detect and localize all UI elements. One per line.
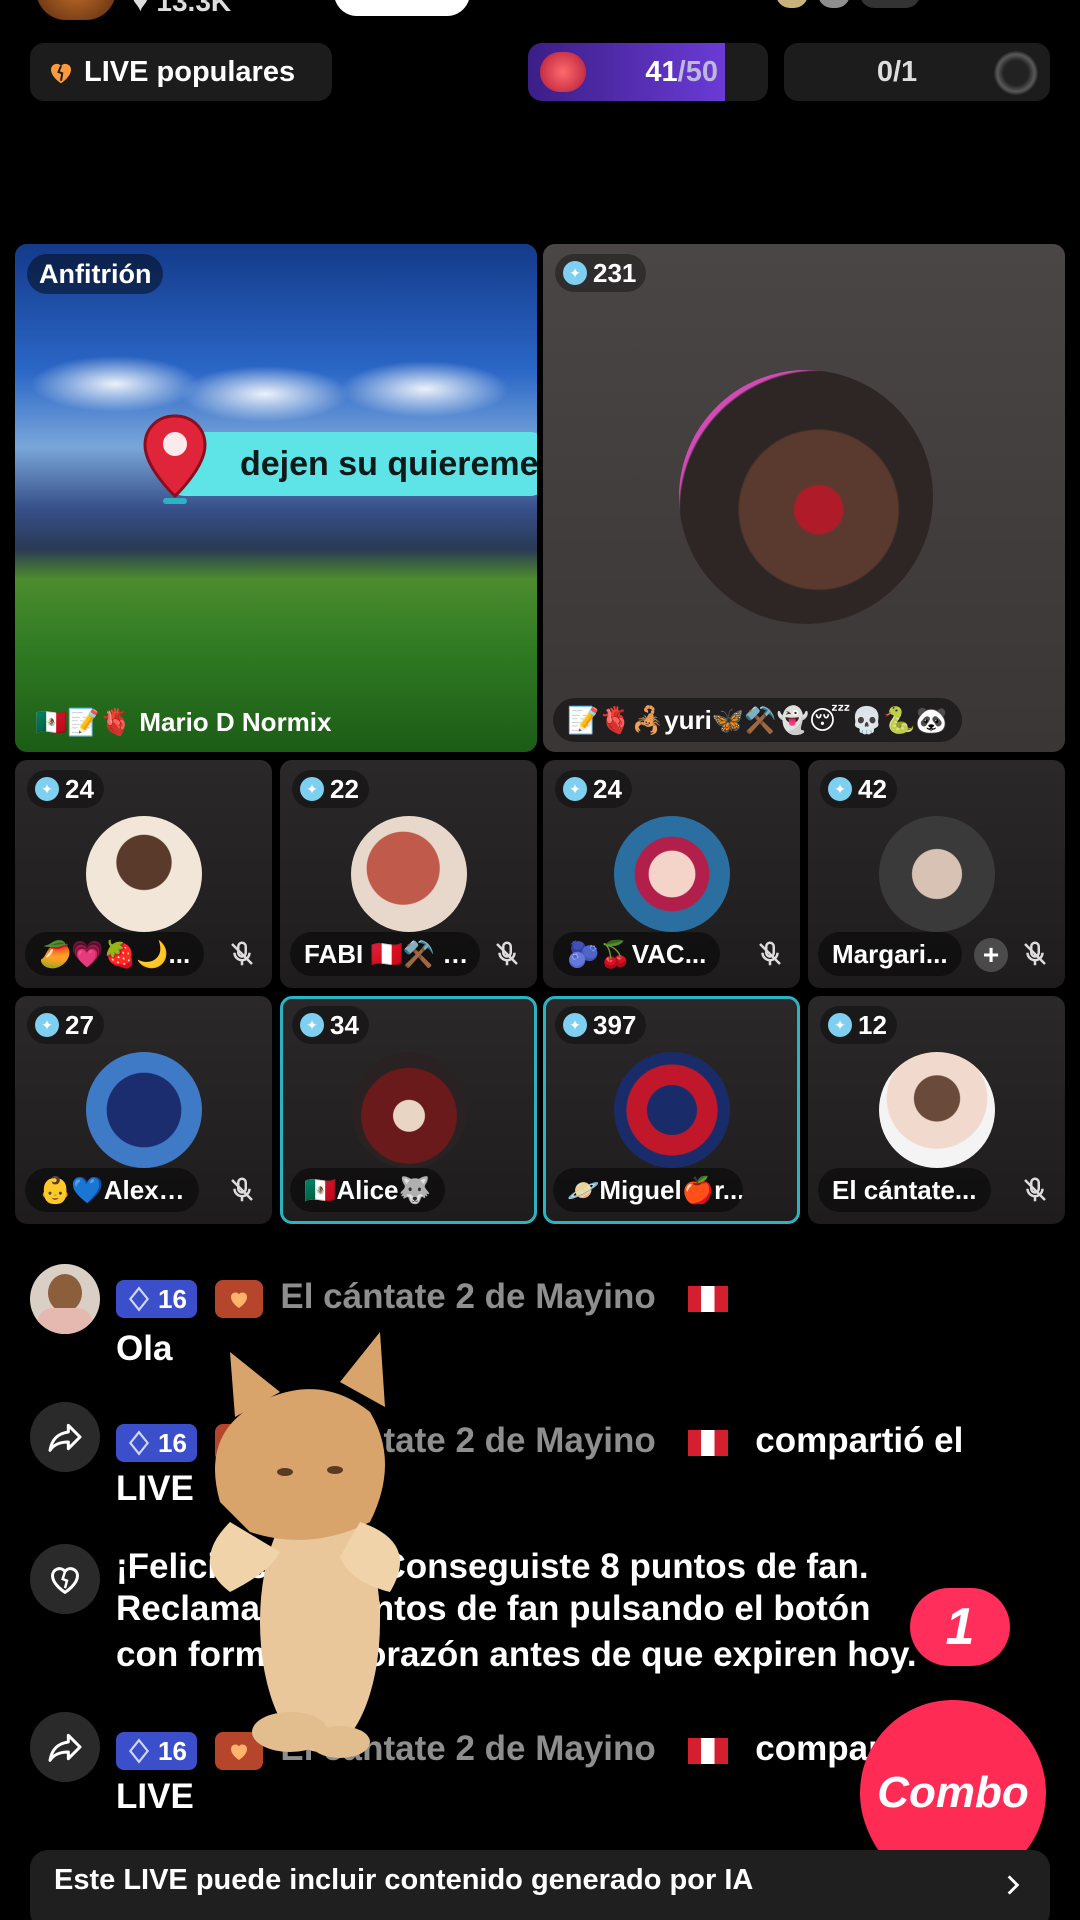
likes-count: ♥ 13.3K — [132, 0, 231, 18]
sparkle-icon: ✦ — [563, 261, 587, 285]
guest-tile[interactable]: ✦ 24 🫐🍒VAC... — [543, 760, 800, 988]
heart-icon — [51, 63, 71, 84]
guest-name: FABI 🇵🇪⚒️ … — [290, 932, 480, 976]
sparkle-icon: ✦ — [35, 777, 59, 801]
guest-tile[interactable]: ✦ 12 El cántate... — [808, 996, 1065, 1224]
sparkle-icon: ✦ — [563, 777, 587, 801]
mic-muted-icon — [222, 1170, 262, 1210]
viewer-avatars[interactable] — [776, 0, 936, 12]
guest-avatar[interactable] — [350, 816, 467, 932]
guest-tile[interactable]: ✦ 34 🇲🇽Alice🐺 — [280, 996, 537, 1224]
peru-flag-icon — [687, 1429, 728, 1456]
live-populares-label: LIVE populares — [84, 55, 296, 88]
quest-chip[interactable]: 0/1 — [784, 43, 1050, 101]
fan-score-chip[interactable]: 41/50 — [528, 43, 768, 101]
guest-tile[interactable]: ✦ 24 🥭💗🍓🌙... — [15, 760, 272, 988]
guest-tile[interactable]: ✦ 22 FABI 🇵🇪⚒️ … — [280, 760, 537, 988]
guest-avatar[interactable] — [85, 1052, 202, 1168]
share-icon — [30, 1712, 100, 1782]
follow-button[interactable] — [334, 0, 470, 16]
host-name: 🇲🇽📝🫀 Mario D Normix — [35, 706, 332, 737]
guest-name: 🥭💗🍓🌙... — [25, 932, 205, 976]
guest-name: Margari... — [818, 932, 962, 976]
guest-name: El cántate... — [818, 1168, 991, 1212]
share-action: compartió el — [755, 1421, 964, 1460]
chat-username[interactable]: El cántate 2 de Mayino — [280, 1277, 655, 1316]
host-banner: dejen su quiereme — [170, 432, 537, 496]
guest-count-badge: ✦ 397 — [555, 1006, 647, 1044]
sparkle-icon: ✦ — [300, 1013, 324, 1037]
mic-muted-icon — [1015, 934, 1055, 974]
guest-avatar[interactable] — [878, 1052, 995, 1168]
host-tile[interactable]: Anfitrión dejen su quiereme 🇲🇽📝🫀 Mario D… — [15, 244, 537, 752]
guest-avatar[interactable] — [878, 816, 995, 932]
guest-avatar[interactable] — [350, 1052, 467, 1168]
combo-count: 1 — [910, 1588, 1010, 1666]
share-icon — [30, 1402, 100, 1472]
chat-message: 16 El cántate 2 de Mayino — [116, 1276, 1060, 1318]
peru-flag-icon — [687, 1737, 728, 1764]
fan-badge-icon — [214, 1279, 263, 1318]
top-strip: ♥ 13.3K — [0, 0, 1080, 20]
quest-ring-icon — [994, 51, 1038, 95]
quest-count: 0/1 — [876, 55, 918, 88]
guest-name: 👶💙Alex… — [25, 1168, 199, 1212]
guest-count-badge: ✦ 12 — [820, 1006, 897, 1044]
location-pin-icon — [143, 414, 207, 504]
featured-guest-tile[interactable]: ✦ 231 📝🫀🦂yuri🦋⚒️👻😴💀🐍🐼 — [543, 244, 1065, 752]
guest-count-badge: ✦ 24 — [555, 770, 632, 808]
heart-icon: ♥ — [132, 0, 149, 17]
guest-count-badge: ✦ 34 — [292, 1006, 369, 1044]
featured-guest-name: 📝🫀🦂yuri🦋⚒️👻😴💀🐍🐼 — [553, 698, 962, 742]
heart-badge-icon — [540, 52, 586, 92]
level-badge: 16 — [116, 1731, 197, 1770]
guest-count-badge: ✦ 231 — [555, 254, 647, 292]
score-text: 41/50 — [645, 55, 718, 88]
guest-name: 🫐🍒VAC... — [553, 932, 721, 976]
sparkle-icon: ✦ — [35, 1013, 59, 1037]
level-badge: 16 — [116, 1423, 197, 1462]
diamond-icon — [128, 1286, 150, 1312]
ai-notice-text: Este LIVE puede incluir contenido genera… — [54, 1864, 754, 1896]
mic-muted-icon — [222, 934, 262, 974]
chat-user-avatar[interactable] — [30, 1264, 100, 1334]
guest-tile[interactable]: ✦ 42 Margari... + — [808, 760, 1065, 988]
ai-notice-bar[interactable]: Este LIVE puede incluir contenido genera… — [30, 1850, 1050, 1920]
heart-outline-icon — [30, 1544, 100, 1614]
sparkle-icon: ✦ — [300, 777, 324, 801]
level-badge: 16 — [116, 1279, 197, 1318]
live-populares-chip[interactable]: LIVE populares — [30, 43, 332, 101]
guest-count-badge: ✦ 27 — [27, 1006, 104, 1044]
mic-muted-icon — [1015, 1170, 1055, 1210]
diamond-icon — [128, 1738, 150, 1764]
cat-sticker — [210, 1332, 400, 1758]
diamond-icon — [128, 1430, 150, 1456]
host-tag: Anfitrión — [27, 254, 164, 294]
peru-flag-icon — [687, 1285, 728, 1312]
featured-guest-avatar[interactable] — [679, 370, 933, 624]
guest-avatar[interactable] — [85, 816, 202, 932]
stadium-background — [15, 244, 537, 752]
add-guest-icon[interactable]: + — [974, 938, 1008, 972]
guest-name: 🪐Miguel🍎r... — [553, 1168, 743, 1212]
mic-muted-icon — [750, 934, 790, 974]
sparkle-icon: ✦ — [828, 1013, 852, 1037]
guest-count-badge: ✦ 22 — [292, 770, 369, 808]
guest-name: 🇲🇽Alice🐺 — [290, 1168, 445, 1212]
guest-tile[interactable]: ✦ 397 🪐Miguel🍎r... — [543, 996, 800, 1224]
guest-avatar[interactable] — [613, 816, 730, 932]
guest-avatar[interactable] — [613, 1052, 730, 1168]
host-avatar[interactable] — [36, 0, 116, 20]
mic-muted-icon — [487, 934, 527, 974]
guest-count-badge: ✦ 24 — [27, 770, 104, 808]
chevron-right-icon — [1007, 1875, 1020, 1895]
guest-count-badge: ✦ 42 — [820, 770, 897, 808]
sparkle-icon: ✦ — [563, 1013, 587, 1037]
guest-tile[interactable]: ✦ 27 👶💙Alex… — [15, 996, 272, 1224]
sparkle-icon: ✦ — [828, 777, 852, 801]
